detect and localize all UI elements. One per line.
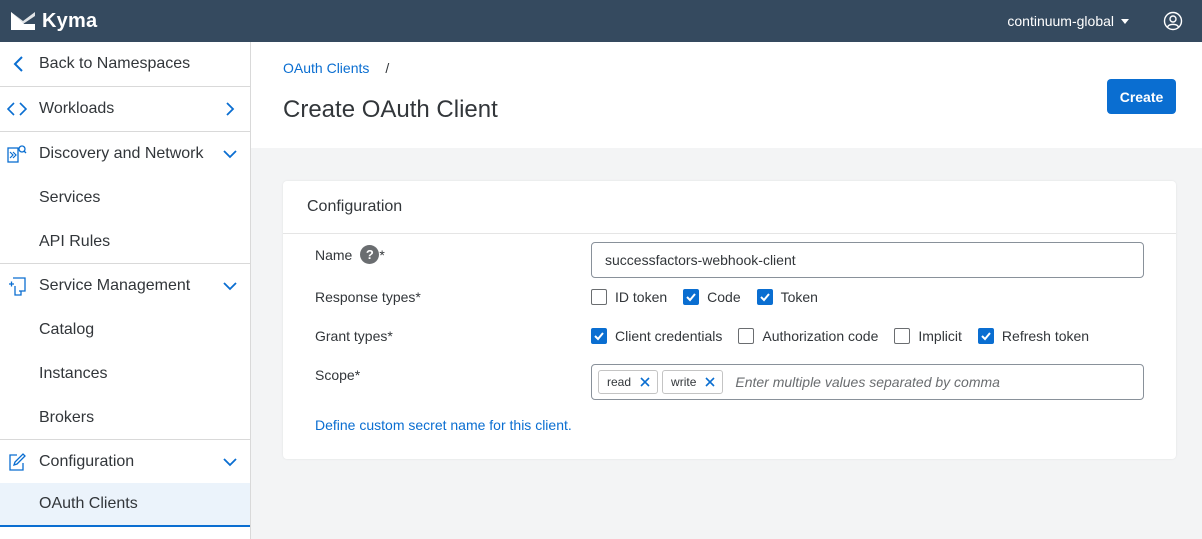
sidebar-item-services[interactable]: Services — [0, 176, 250, 220]
remove-token-icon[interactable] — [705, 377, 715, 387]
checkbox-implicit[interactable]: Implicit — [894, 328, 962, 344]
namespace-label: continuum-global — [1007, 13, 1114, 29]
sidebar-item-configuration[interactable]: Configuration — [0, 440, 250, 483]
brand[interactable]: Kyma — [10, 10, 97, 33]
checkbox-box[interactable] — [894, 328, 911, 344]
create-button[interactable]: Create — [1107, 79, 1176, 114]
sidebar-item-label: API Rules — [39, 232, 111, 250]
configuration-card: Configuration Name ? * Response types* I… — [283, 181, 1176, 459]
checkmark-icon — [759, 293, 770, 302]
required-marker: * — [379, 246, 385, 263]
page-header: OAuth Clients / Create OAuth Client Crea… — [251, 42, 1202, 148]
sidebar-item-label: Workloads — [39, 100, 115, 117]
scope-token: write — [662, 370, 724, 394]
code-icon — [7, 102, 27, 116]
checkbox-box[interactable] — [756, 289, 773, 305]
checkbox-id-token[interactable]: ID token — [591, 289, 667, 305]
sidebar-item-discovery-and-network[interactable]: Discovery and Network — [0, 132, 250, 176]
sidebar-item-service-management[interactable]: Service Management — [0, 264, 250, 308]
checkbox-label: Client credentials — [615, 328, 723, 344]
app-name: Kyma — [42, 9, 98, 32]
checkbox-refresh-token[interactable]: Refresh token — [977, 328, 1090, 344]
checkmark-icon — [981, 332, 991, 341]
sidebar-item-label: Instances — [39, 365, 108, 382]
namespace-dropdown[interactable]: continuum-global — [1007, 13, 1129, 29]
chevron-down-icon — [223, 150, 237, 159]
token-label: write — [671, 375, 697, 389]
name-input[interactable] — [591, 242, 1144, 278]
scope-token: read — [598, 370, 659, 394]
breadcrumb: OAuth Clients / — [283, 60, 389, 76]
chevron-right-icon — [226, 102, 235, 116]
sidebar-item-label: Brokers — [39, 408, 95, 426]
response-types-group: ID token Code Token — [591, 289, 834, 305]
kyma-logo-icon — [11, 12, 35, 30]
card-title: Configuration — [307, 198, 403, 215]
sidebar-item-label: Catalog — [39, 321, 95, 338]
help-icon[interactable]: ? — [360, 245, 380, 264]
checkbox-box[interactable] — [591, 289, 607, 305]
checkbox-box[interactable] — [683, 289, 700, 305]
checkbox-token[interactable]: Token — [756, 289, 818, 305]
sidebar-item-label: OAuth Clients — [39, 495, 138, 512]
grant-types-group: Client credentials Authorization code Im… — [591, 328, 1105, 344]
grant-types-label: Grant types* — [315, 328, 393, 344]
sidebar: Back to Namespaces Workloads Discovery a… — [0, 42, 251, 539]
service-icon — [9, 277, 26, 296]
chevron-down-icon — [223, 282, 237, 291]
checkbox-box[interactable] — [738, 328, 755, 344]
checkbox-label: Code — [707, 289, 741, 305]
checkbox-label: Token — [780, 289, 818, 305]
scope-label: Scope* — [315, 367, 361, 383]
sidebar-item-workloads[interactable]: Workloads — [0, 87, 250, 131]
checkbox-box[interactable] — [977, 328, 994, 344]
custom-secret-link[interactable]: Define custom secret name for this clien… — [315, 417, 572, 433]
checkmark-icon — [686, 293, 696, 302]
token-label: read — [607, 375, 632, 389]
scope-multi-input[interactable]: read write — [591, 364, 1144, 400]
checkbox-authorization-code[interactable]: Authorization code — [738, 328, 878, 344]
checkbox-client-credentials[interactable]: Client credentials — [591, 328, 722, 344]
shell-bar: Kyma continuum-global — [0, 0, 1202, 42]
checkbox-code[interactable]: Code — [683, 289, 741, 305]
sidebar-item-label: Services — [39, 189, 101, 206]
checkbox-label: Implicit — [918, 328, 962, 344]
sidebar-item-catalog[interactable]: Catalog — [0, 308, 250, 352]
sidebar-item-label: Discovery and Network — [39, 145, 204, 162]
response-types-label: Response types* — [315, 289, 421, 305]
sidebar-item-api-rules[interactable]: API Rules — [0, 220, 250, 263]
checkmark-icon — [594, 332, 604, 341]
breadcrumb-oauth-clients[interactable]: OAuth Clients — [283, 60, 369, 76]
divider — [283, 233, 1176, 234]
user-profile-icon[interactable] — [1163, 11, 1183, 31]
sidebar-item-label: Configuration — [39, 452, 135, 470]
checkbox-label: Authorization code — [762, 328, 879, 344]
sidebar-item-brokers[interactable]: Brokers — [0, 396, 250, 439]
checkbox-label: Refresh token — [1001, 328, 1090, 344]
back-to-namespaces[interactable]: Back to Namespaces — [0, 42, 250, 86]
sidebar-item-label: Service Management — [39, 277, 191, 294]
checkbox-label: ID token — [615, 289, 668, 305]
chevron-down-icon — [223, 457, 237, 466]
caret-down-icon — [1121, 19, 1129, 24]
edit-icon — [9, 452, 26, 471]
breadcrumb-separator: / — [385, 60, 390, 76]
name-label-row: Name ? * — [315, 245, 385, 264]
network-icon — [7, 145, 27, 163]
sidebar-item-oauth-clients[interactable]: OAuth Clients — [0, 483, 250, 527]
sidebar-item-instances[interactable]: Instances — [0, 352, 250, 396]
chevron-left-icon — [13, 56, 23, 72]
checkbox-box[interactable] — [591, 328, 607, 344]
back-label: Back to Namespaces — [39, 55, 191, 72]
remove-token-icon[interactable] — [640, 377, 650, 387]
page-title: Create OAuth Client — [283, 96, 498, 123]
name-label: Name — [315, 246, 353, 263]
scope-input[interactable] — [735, 374, 1036, 390]
